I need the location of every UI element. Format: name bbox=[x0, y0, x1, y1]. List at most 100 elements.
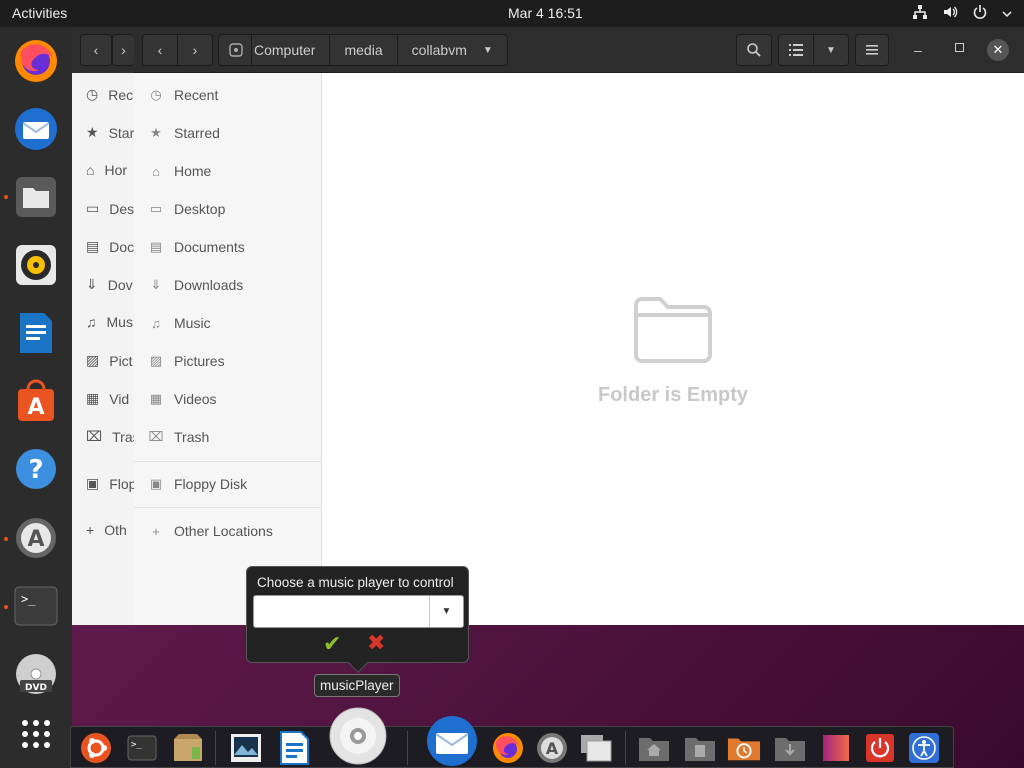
panel-separator bbox=[625, 731, 626, 765]
file-view[interactable]: Folder is Empty bbox=[322, 73, 1024, 625]
downloads-folder-icon[interactable] bbox=[773, 731, 807, 765]
ubuntu-menu-icon[interactable] bbox=[79, 731, 113, 765]
sidebar-item-music[interactable]: ♫ Music bbox=[134, 305, 322, 341]
help-icon[interactable]: ? bbox=[11, 444, 61, 494]
path-segment[interactable]: Computer bbox=[252, 35, 331, 65]
sidebar-item-floppy-disk[interactable]: ▣ Floppy Disk bbox=[134, 466, 322, 502]
sidebar-item-desktop[interactable]: ▭ Desktop bbox=[134, 191, 322, 227]
hamburger-icon bbox=[866, 45, 878, 55]
terminal-icon[interactable]: >_ bbox=[11, 581, 61, 631]
search-icon bbox=[747, 43, 761, 57]
trash-icon: ⌧ bbox=[86, 428, 103, 444]
sidebar-divider bbox=[134, 507, 322, 508]
sidebar-item-recent[interactable]: ◷ Recent bbox=[134, 77, 322, 113]
chevron-right-icon[interactable]: › bbox=[112, 34, 134, 66]
document-icon: ▤ bbox=[149, 239, 163, 254]
libreoffice-writer-icon[interactable] bbox=[277, 731, 311, 765]
terminal-icon[interactable]: >_ bbox=[125, 731, 159, 765]
archive-manager-icon[interactable] bbox=[171, 731, 205, 765]
music-player-combo[interactable]: ▼ bbox=[253, 595, 464, 628]
firefox-icon[interactable] bbox=[491, 731, 525, 765]
document-icon: ▤ bbox=[86, 238, 100, 254]
system-tray[interactable] bbox=[912, 4, 1012, 23]
image-viewer-icon[interactable] bbox=[229, 731, 263, 765]
back-sidebar-item[interactable]: ★ Star bbox=[86, 124, 134, 141]
sidebar-item-pictures[interactable]: ▨ Pictures bbox=[134, 343, 322, 379]
confirm-check-icon[interactable]: ✔ bbox=[323, 631, 341, 657]
sidebar-item-videos[interactable]: ▦ Videos bbox=[134, 381, 322, 417]
files-icon[interactable] bbox=[579, 731, 613, 765]
search-button[interactable] bbox=[736, 34, 772, 66]
rhythmbox-icon[interactable] bbox=[11, 240, 61, 290]
back-sidebar-item[interactable]: ♫ Mus bbox=[86, 314, 134, 330]
libreoffice-writer-icon[interactable] bbox=[11, 308, 61, 358]
sidebar-label: Desktop bbox=[174, 201, 226, 217]
music-player-chooser-popup: Choose a music player to control ▼ ✔ ✖ bbox=[246, 566, 469, 673]
close-button[interactable]: ✕ bbox=[987, 39, 1009, 61]
home-folder-icon[interactable] bbox=[637, 731, 671, 765]
volume-icon[interactable] bbox=[942, 4, 958, 23]
chevron-right-icon: › bbox=[192, 42, 198, 58]
download-icon: ⇓ bbox=[150, 277, 162, 292]
cancel-x-icon[interactable]: ✖ bbox=[367, 630, 385, 656]
path-segment-current[interactable]: collabvm ▼ bbox=[398, 35, 507, 65]
software-updater-icon[interactable]: A bbox=[11, 513, 61, 563]
sidebar-item-home[interactable]: ⌂ Home bbox=[134, 153, 322, 189]
view-options-button[interactable]: ▼ bbox=[813, 34, 849, 66]
thunderbird-icon[interactable] bbox=[11, 104, 61, 154]
clock[interactable]: Mar 4 16:51 bbox=[508, 5, 583, 21]
thunderbird-icon[interactable] bbox=[421, 713, 483, 768]
chevron-left-icon[interactable]: ‹ bbox=[80, 34, 112, 66]
cd-player-icon[interactable] bbox=[327, 705, 389, 767]
shutdown-icon[interactable] bbox=[863, 731, 897, 765]
back-sidebar-item[interactable]: + Oth bbox=[86, 522, 134, 538]
network-icon[interactable] bbox=[912, 4, 928, 23]
back-button[interactable]: ‹ bbox=[142, 34, 178, 66]
back-sidebar-item[interactable]: ▦ Vid bbox=[86, 390, 134, 407]
ubuntu-software-icon[interactable]: A bbox=[11, 376, 61, 426]
back-sidebar-label: Des bbox=[109, 200, 134, 217]
sidebar-item-documents[interactable]: ▤ Documents bbox=[134, 229, 322, 265]
back-sidebar-item[interactable]: ▣ Flop bbox=[86, 475, 134, 492]
caret-down-icon: ▼ bbox=[482, 44, 493, 56]
back-sidebar-item[interactable]: ◷ Rec bbox=[86, 86, 134, 103]
caret-down-icon[interactable]: ▼ bbox=[429, 596, 463, 627]
back-sidebar-item[interactable]: ▭ Des bbox=[86, 200, 134, 217]
forward-button[interactable]: › bbox=[177, 34, 213, 66]
back-sidebar-item[interactable]: ⌂ Hor bbox=[86, 162, 134, 178]
panel-separator bbox=[407, 731, 408, 765]
activities-button[interactable]: Activities bbox=[12, 5, 67, 21]
recent-folder-icon[interactable] bbox=[727, 731, 761, 765]
view-toggle-button[interactable] bbox=[778, 34, 814, 66]
path-segment[interactable]: media bbox=[330, 35, 398, 65]
back-sidebar-item[interactable]: ⌧ Tras bbox=[86, 428, 134, 445]
menu-button[interactable] bbox=[855, 34, 889, 66]
sidebar-label: Pictures bbox=[174, 353, 225, 369]
back-sidebar-item[interactable]: ▨ Pict bbox=[86, 352, 134, 369]
sidebar-item-trash[interactable]: ⌧ Trash bbox=[134, 419, 322, 455]
drive-icon[interactable] bbox=[219, 35, 252, 65]
desktop-icon: ▭ bbox=[149, 201, 163, 216]
empty-folder-label: Folder is Empty bbox=[597, 384, 749, 406]
sidebar-item-downloads[interactable]: ⇓ Downloads bbox=[134, 267, 322, 303]
maximize-button[interactable] bbox=[955, 43, 964, 52]
video-icon: ▦ bbox=[149, 391, 163, 406]
sidebar-item-starred[interactable]: ★ Starred bbox=[134, 115, 322, 151]
files-icon[interactable] bbox=[11, 172, 61, 222]
sidebar-label: Documents bbox=[174, 239, 245, 255]
minimize-button[interactable]: – bbox=[914, 42, 922, 58]
show-applications-icon[interactable] bbox=[11, 709, 61, 759]
firefox-icon[interactable] bbox=[11, 36, 61, 86]
dvd-icon[interactable]: DVD bbox=[11, 649, 61, 699]
chevron-down-icon[interactable] bbox=[1002, 6, 1012, 22]
documents-folder-icon[interactable] bbox=[683, 731, 717, 765]
software-updater-icon[interactable]: A bbox=[535, 731, 569, 765]
sidebar-label: Videos bbox=[174, 391, 217, 407]
back-sidebar-item[interactable]: ⇓ Dov bbox=[86, 276, 134, 293]
gradient-app-icon[interactable] bbox=[819, 731, 853, 765]
back-sidebar-label: Rec bbox=[108, 86, 134, 103]
back-sidebar-item[interactable]: ▤ Doc bbox=[86, 238, 134, 255]
accessibility-icon[interactable] bbox=[907, 731, 941, 765]
power-icon[interactable] bbox=[972, 4, 988, 23]
sidebar-item-other-locations[interactable]: + Other Locations bbox=[134, 513, 322, 549]
